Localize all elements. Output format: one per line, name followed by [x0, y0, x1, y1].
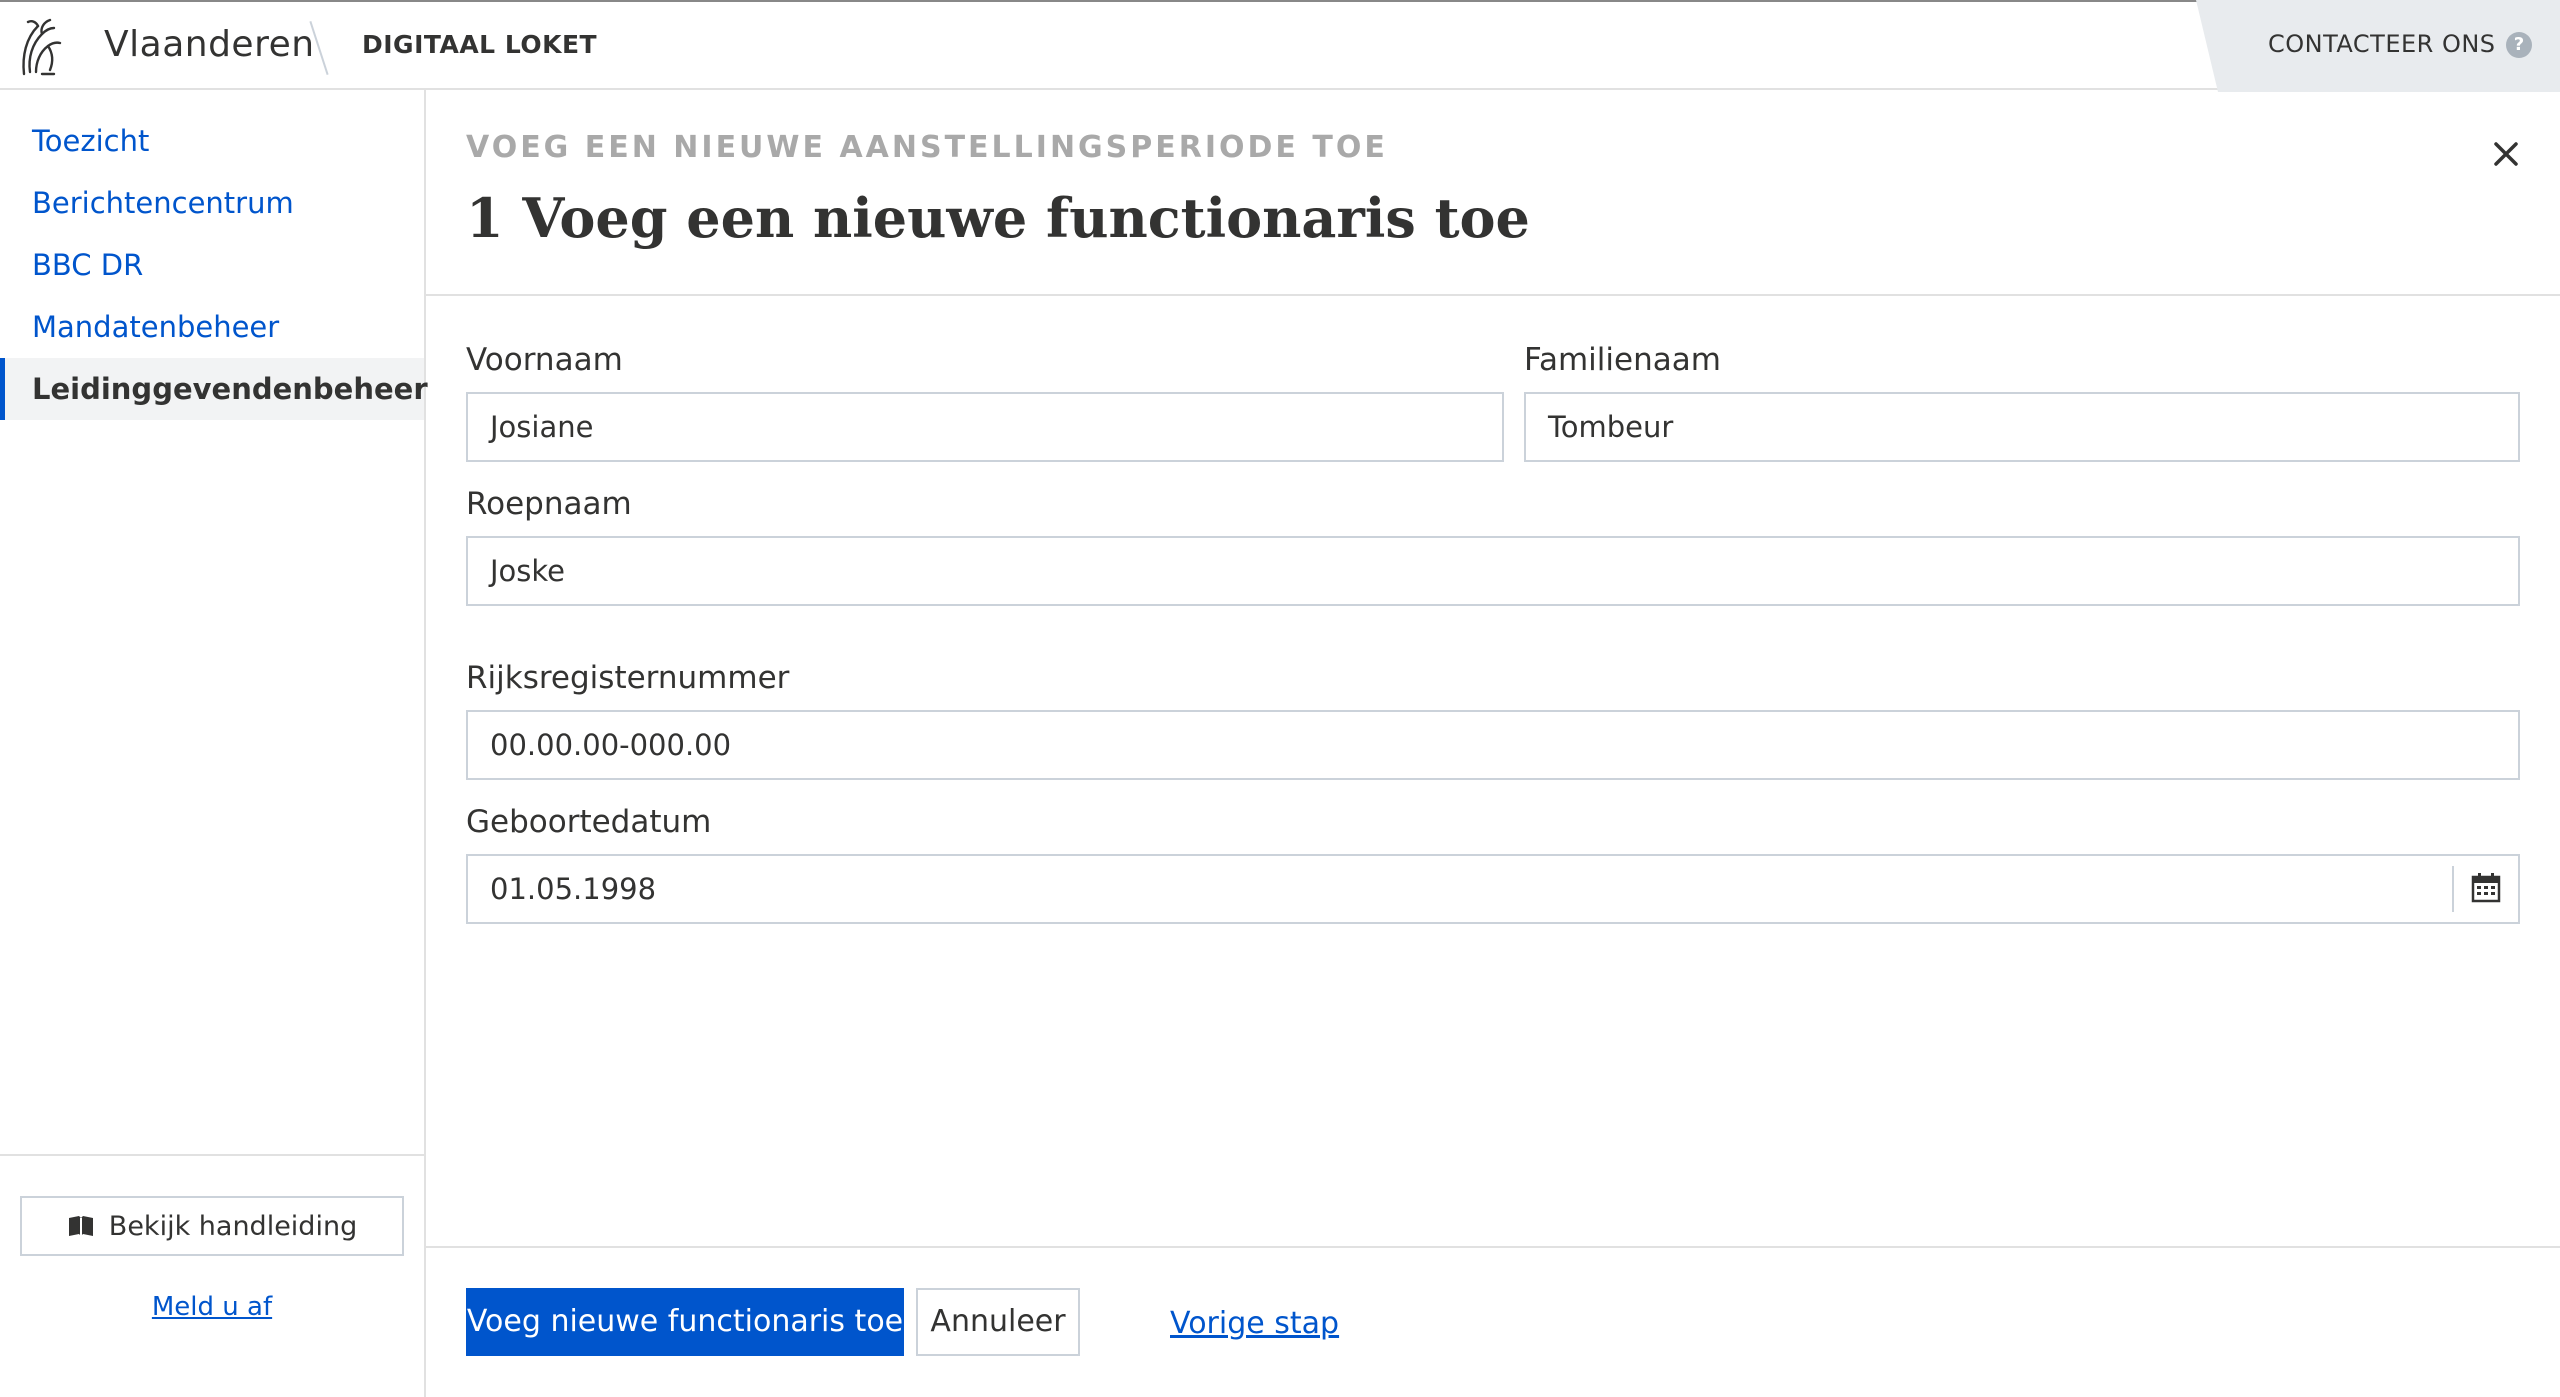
modal-eyebrow: VOEG EEN NIEUWE AANSTELLINGSPERIODE TOE [466, 130, 1388, 165]
logout-link[interactable]: Meld u af [0, 1292, 424, 1322]
modal-panel: VOEG EEN NIEUWE AANSTELLINGSPERIODE TOE … [426, 90, 2560, 1397]
book-icon [68, 1216, 93, 1236]
modal-header-divider [426, 294, 2560, 296]
first-name-label: Voornaam [466, 342, 623, 378]
date-picker-separator [2452, 866, 2454, 912]
cancel-button[interactable]: Annuleer [916, 1288, 1080, 1356]
nickname-label: Roepnaam [466, 486, 632, 522]
sidebar-item-mandatenbeheer[interactable]: Mandatenbeheer [0, 296, 424, 358]
help-icon: ? [2506, 32, 2532, 58]
national-id-label: Rijksregisternummer [466, 660, 790, 696]
sidebar-item-toezicht[interactable]: Toezicht [0, 110, 424, 172]
birth-date-value: 01.05.1998 [490, 872, 657, 906]
national-id-field[interactable]: 00.00.00-000.00 [466, 710, 2520, 780]
sidebar-item-bbc-dr[interactable]: BBC DR [0, 234, 424, 296]
birth-date-label: Geboortedatum [466, 804, 712, 840]
nickname-field[interactable]: Joske [466, 536, 2520, 606]
last-name-field[interactable]: Tombeur [1524, 392, 2520, 462]
last-name-label: Familienaam [1524, 342, 1721, 378]
top-header: Vlaanderen DIGITAAL LOKET CONTACTEER ONS… [0, 0, 2560, 92]
contact-label: CONTACTEER ONS [2268, 30, 2496, 58]
modal-footer-divider [426, 1246, 2560, 1248]
birth-date-field[interactable]: 01.05.1998 [466, 854, 2520, 924]
sidebar-item-leidinggevendenbeheer[interactable]: Leidinggevendenbeheer [0, 358, 428, 420]
contact-button[interactable]: CONTACTEER ONS ? [2196, 0, 2560, 92]
flemish-lion-icon[interactable] [16, 16, 66, 78]
previous-step-link[interactable]: Vorige stap [1170, 1306, 1339, 1341]
sidebar-item-berichtencentrum[interactable]: Berichtencentrum [0, 172, 424, 234]
manual-button[interactable]: Bekijk handleiding [20, 1196, 404, 1256]
app-name[interactable]: DIGITAAL LOKET [362, 30, 597, 59]
close-icon[interactable] [2484, 132, 2528, 176]
add-functionary-button[interactable]: Voeg nieuwe functionaris toe [466, 1288, 904, 1356]
brand-name[interactable]: Vlaanderen [104, 24, 315, 65]
sidebar-divider [0, 1154, 424, 1156]
manual-button-label: Bekijk handleiding [108, 1210, 358, 1242]
calendar-icon[interactable] [2470, 872, 2502, 904]
modal-title: 1 Voeg een nieuwe functionaris toe [466, 186, 1530, 250]
sidebar: Toezicht Berichtencentrum BBC DR Mandate… [0, 90, 428, 1397]
first-name-field[interactable]: Josiane [466, 392, 1504, 462]
